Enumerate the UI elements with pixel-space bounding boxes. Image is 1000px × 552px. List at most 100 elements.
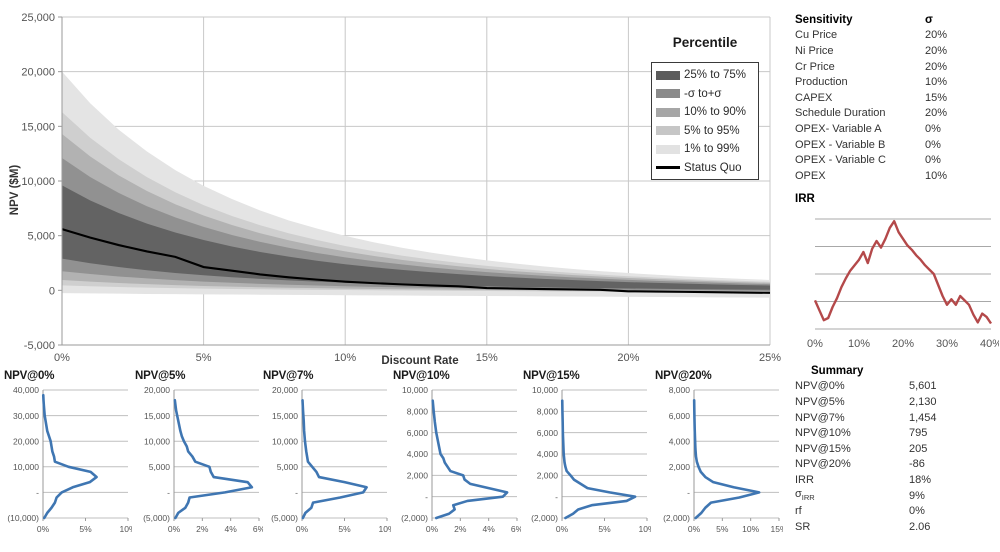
histogram-title: NPV@0% — [4, 370, 55, 382]
row-label: IRR — [795, 473, 814, 486]
row-label: σIRR — [795, 488, 815, 503]
legend-title: Percentile — [672, 35, 738, 50]
histogram-y-tick: 10,000 — [402, 385, 428, 395]
legend-item[interactable]: -σ to+σ — [656, 85, 754, 104]
row-label: Sensitivity — [795, 13, 853, 26]
row-value: 0% — [925, 154, 941, 167]
row-label: SR — [795, 520, 811, 533]
histogram-x-tick: 0% — [37, 524, 50, 534]
sensitivity-header-row: Sensitivity σ — [795, 12, 995, 28]
legend-swatch-1-99 — [656, 144, 680, 154]
irr-x-tick: 20% — [892, 338, 914, 350]
irr-section-title: IRR — [795, 193, 815, 205]
x-tick-label: 15% — [476, 352, 498, 364]
histogram-title: NPV@5% — [135, 370, 186, 382]
histogram-x-tick: 15% — [770, 524, 783, 534]
row-value: -86 — [909, 458, 925, 471]
histogram-y-tick: 8,000 — [669, 385, 691, 395]
row-value: 10% — [925, 169, 948, 182]
summary-header-row: Summary — [795, 363, 995, 379]
row-label: CAPEX — [795, 91, 833, 104]
row-label: Cu Price — [795, 29, 838, 42]
x-tick-label: 10% — [334, 352, 356, 364]
summary-row: σIRR 9% — [795, 488, 995, 504]
npv-fan-chart-svg: 25,000 20,000 15,000 10,000 5,000 0 -5,000 0% 5… — [9, 12, 781, 367]
row-value — [907, 363, 995, 379]
legend-item[interactable]: 5% to 95% — [656, 122, 754, 141]
legend-label: Status Quo — [684, 161, 742, 174]
npv-histogram-row: NPV@0% 40,000 30,000 20,000 10,000- (10,000) 0… — [0, 370, 790, 552]
sensitivity-row: Cr Price 20% — [795, 59, 995, 75]
sensitivity-row: OPEX - Variable C 0% — [795, 152, 995, 168]
row-label: NPV@10% — [795, 427, 851, 440]
y-tick-label: 5,000 — [27, 231, 55, 243]
y-tick-label: 15,000 — [21, 121, 55, 133]
percentile-legend: 25% to 75% -σ to+σ 10% to 90% 5% to 95% … — [651, 62, 759, 180]
histogram-y-tick: 2,000 — [407, 471, 429, 481]
row-label: OPEX - Variable B — [795, 138, 886, 151]
legend-item[interactable]: Status Quo — [656, 159, 754, 178]
histogram-npv-at-0-histogram: NPV@0% 40,000 30,000 20,000 10,000 - (10,000) 0… — [0, 370, 132, 552]
summary-row: NPV@10% 795 — [795, 425, 995, 441]
row-value: 1,454 — [909, 411, 937, 424]
histogram-title: NPV@7% — [263, 370, 314, 382]
histogram-x-tick: 2% — [196, 524, 209, 534]
legend-swatch-5-95 — [656, 126, 680, 136]
row-label: OPEX - Variable C — [795, 154, 886, 167]
histogram-y-tick: - — [687, 488, 690, 498]
histogram-x-tick: 5% — [716, 524, 729, 534]
histogram-title: NPV@10% — [393, 370, 450, 382]
histogram-svg: 8,000 6,000 4,000 2,000 - (2,000)0% 5% 10% 15% — [663, 385, 783, 534]
histogram-svg: 20,00015,00010,0005,000-(5,000)0%2%4%6% — [143, 385, 263, 534]
histogram-y-tick: 2,000 — [669, 462, 691, 472]
histogram-y-tick: 15,000 — [144, 411, 170, 421]
histogram-svg: 10,000 8,000 6,000 4,000 2,000 - (2,000)0% 2% 4%… — [401, 385, 521, 534]
histogram-y-tick: 20,000 — [13, 436, 39, 446]
histogram-npv-at-20-histogram: NPV@20% 8,000 6,000 4,000 2,000 - (2,000) 0% 5% 1… — [651, 370, 783, 552]
histogram-x-tick: 10% — [742, 524, 759, 534]
legend-swatch-sigma — [656, 89, 680, 99]
histogram-y-tick: (2,000) — [663, 513, 690, 523]
histogram-x-tick: 4% — [483, 524, 496, 534]
legend-swatch-25-75 — [656, 70, 680, 80]
row-value: 0% — [925, 122, 941, 135]
irr-x-tick-labels: 0% 10% 20% 30% 40% — [807, 338, 999, 350]
histogram-y-tick: 4,000 — [407, 449, 429, 459]
histogram-x-tick: 0% — [296, 524, 309, 534]
histogram-svg: 10,000 8,000 6,000 4,000 2,000 - (2,000)0% 5% 10… — [531, 385, 651, 534]
row-label: Cr Price — [795, 60, 835, 73]
histogram-y-tick: 20,000 — [144, 385, 170, 395]
row-label: Production — [795, 76, 848, 89]
legend-label: 1% to 99% — [684, 143, 740, 156]
irr-x-tick: 30% — [936, 338, 958, 350]
row-value: 2,130 — [909, 395, 937, 408]
histogram-npv-at-15-histogram: NPV@15% 10,000 8,000 6,000 4,000 2,000 - (2,000… — [519, 370, 651, 552]
row-value: 20% — [925, 107, 948, 120]
y-axis-title: NPV ($M) — [9, 165, 21, 216]
y-tick-label: 20,000 — [21, 67, 55, 79]
legend-label: 10% to 90% — [684, 106, 747, 119]
x-axis-title: Discount Rate — [381, 355, 458, 367]
y-tick-label: -5,000 — [24, 340, 55, 352]
legend-item[interactable]: 10% to 90% — [656, 103, 754, 122]
row-value: 9% — [909, 489, 925, 502]
legend-item[interactable]: 25% to 75% — [656, 66, 754, 85]
histogram-y-tick: (5,000) — [271, 513, 298, 523]
sensitivity-table: Sensitivity σ Cu Price 20% Ni Price 20% Cr Pri… — [795, 12, 995, 184]
row-label: Summary — [811, 364, 864, 377]
legend-item[interactable]: 1% to 99% — [656, 140, 754, 159]
summary-row: NPV@20% -86 — [795, 457, 995, 473]
y-tick-label: 0 — [49, 285, 55, 297]
legend-label: 5% to 95% — [684, 124, 740, 137]
histogram-y-tick: (2,000) — [401, 513, 428, 523]
legend-swatch-status-quo — [656, 166, 680, 170]
x-tick-label: 5% — [196, 352, 212, 364]
histogram-y-tick: (5,000) — [143, 513, 170, 523]
histogram-y-tick: 4,000 — [537, 449, 559, 459]
sensitivity-row: Production 10% — [795, 74, 995, 90]
sensitivity-row: CAPEX 15% — [795, 90, 995, 106]
summary-row: NPV@5% 2,130 — [795, 394, 995, 410]
sensitivity-row: OPEX- Variable A 0% — [795, 121, 995, 137]
histogram-y-tick: 30,000 — [13, 411, 39, 421]
irr-x-tick: 10% — [848, 338, 870, 350]
